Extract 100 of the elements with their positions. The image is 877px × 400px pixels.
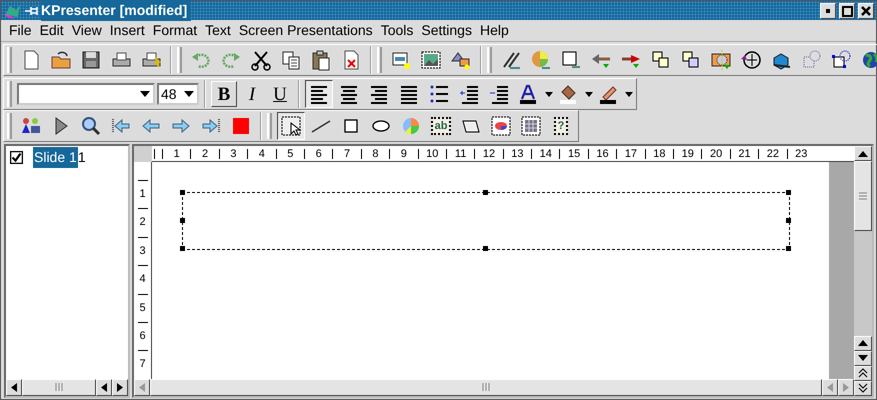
ruler-corner [134,146,152,162]
ruler-number: 4 [258,148,265,160]
menu-item[interactable]: Format [148,20,202,41]
previous-page-icon [856,367,870,380]
scrollbar-thumb[interactable] [150,378,822,396]
resize-handle[interactable] [483,246,488,251]
ruler-number: 2 [202,148,208,160]
ruler-number: 13 [511,148,524,160]
resize-handle[interactable] [180,246,185,251]
menu-item[interactable]: Insert [106,20,149,41]
format-button[interactable]: I [239,81,265,107]
ruler-number: 5 [139,302,146,314]
align-left-icon [308,83,330,105]
menu-item[interactable]: Help [476,20,513,41]
next-page-button[interactable] [854,380,872,396]
scroll-left-button[interactable] [822,378,838,396]
toolbar-handle[interactable] [7,47,12,73]
toolbar-handle[interactable] [377,47,382,73]
slide-item[interactable]: Slide 1 [33,147,78,168]
ruler-number: 16 [596,148,609,160]
toolbar-handle[interactable] [7,113,12,139]
close-button[interactable] [858,2,874,18]
ruler-number: 5 [287,148,294,160]
scroll-up-button[interactable] [854,336,872,351]
scroll-left-button[interactable] [96,378,112,396]
minimize-button[interactable] [820,2,836,18]
text-tool-button[interactable]: ab [427,112,455,140]
ruler-number: 3 [230,148,237,160]
resize-handle[interactable] [786,190,791,195]
ruler-number: 20 [710,148,722,160]
maximize-icon [840,4,854,18]
resize-handle[interactable] [786,246,791,251]
close-icon [859,4,873,18]
text-frame[interactable] [182,192,790,250]
scroll-up-button[interactable] [854,146,872,161]
ruler-number: 17 [624,148,638,160]
ruler-number: 15 [568,148,580,160]
scrollbar-thumb[interactable] [854,161,872,231]
maximize-button[interactable] [839,2,855,18]
scroll-right-button[interactable] [112,378,128,396]
ruler-number: 21 [738,148,751,160]
checkbox[interactable] [10,151,23,164]
ruler-number: 7 [344,148,350,160]
toolbar-handle[interactable] [267,113,272,139]
ruler-number: 12 [482,148,496,160]
scroll-left-button[interactable] [6,378,22,396]
menu-item[interactable]: View [68,20,106,41]
ruler-number: 7 [139,358,146,370]
font-size-combo[interactable]: 48 [157,83,199,105]
ruler-number: 8 [372,148,378,160]
menu-item[interactable]: Tools [376,20,418,41]
chart-tool-icon [490,115,512,137]
pin-icon[interactable] [24,4,38,16]
scroll-down-button[interactable] [854,350,872,366]
font-combo[interactable] [17,83,155,105]
ruler-number: 6 [139,330,146,342]
caret-icon[interactable] [585,92,593,96]
select-tool-icon [280,115,302,137]
resize-handle[interactable] [786,218,791,223]
ruler-number: 6 [316,148,322,160]
toolbar-handle[interactable] [177,47,182,73]
scroll-right-button[interactable] [838,378,854,396]
toolbar-handle[interactable] [487,47,492,73]
resize-handle[interactable] [180,190,185,195]
menu-item[interactable]: Settings [417,20,476,41]
ruler-number: 18 [653,148,666,160]
ruler-number: 19 [682,148,694,160]
scroll-left-button[interactable] [134,378,150,396]
resize-handle[interactable] [483,190,488,195]
menu-item[interactable]: Screen Presentations [234,20,377,41]
resize-handle[interactable] [180,218,185,223]
ruler-number: 1 [139,188,146,200]
table-tool-icon [520,115,542,137]
slide-number: 1 [78,148,86,167]
ruler-number: 4 [139,273,146,286]
align-left-button[interactable] [305,80,333,108]
select-tool-button[interactable] [277,112,305,140]
format-button[interactable]: U [267,81,293,107]
menu-item[interactable]: Text [201,20,235,41]
ruler-number: 2 [139,216,146,228]
ruler-number: 9 [400,148,407,160]
ruler-number: 1 [174,148,180,160]
formula-tool-button[interactable]: ? [547,112,575,140]
ruler-number: 11 [454,148,466,160]
ruler-number: 3 [139,244,146,257]
caret-icon[interactable] [625,92,633,96]
scrollbar-thumb[interactable] [22,378,96,396]
dropdown-arrow-icon[interactable] [181,91,197,97]
toolbar-handle[interactable] [7,81,12,107]
next-page-icon [856,382,870,394]
ruler-number: 22 [766,148,780,160]
format-button[interactable]: B [211,81,237,107]
menu-item[interactable]: Edit [36,20,68,41]
align-right-icon [368,83,390,105]
align-center-icon [338,83,360,105]
menu-item[interactable]: File [5,20,36,41]
previous-page-button[interactable] [854,366,872,381]
caret-icon[interactable] [545,92,553,96]
dropdown-arrow-icon[interactable] [137,91,153,97]
ruler-number: 10 [426,148,438,160]
